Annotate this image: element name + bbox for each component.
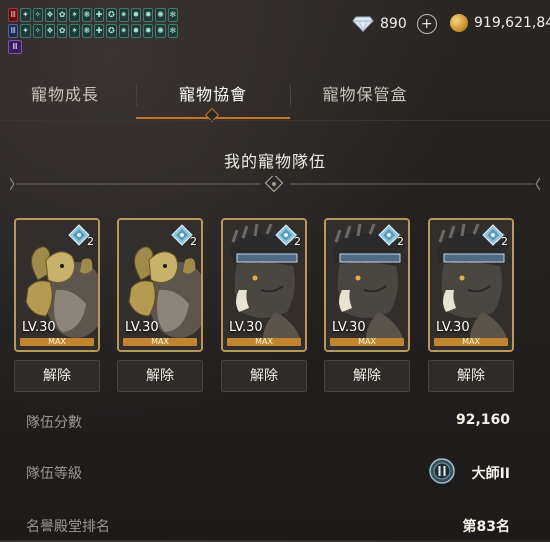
team-score-value: 92,160: [455, 412, 510, 428]
tab-label: 寵物保管盒: [322, 85, 408, 104]
max-level-bar: MAX: [434, 338, 508, 346]
buff-icon[interactable]: ✦: [20, 8, 31, 22]
pet-card[interactable]: 2 LV.30 MAX: [324, 218, 410, 352]
release-button[interactable]: 解除: [221, 360, 307, 392]
buff-icon[interactable]: ✺: [155, 24, 166, 38]
add-diamond-button[interactable]: +: [416, 14, 437, 34]
gold-currency: 919,621,84: [450, 14, 550, 32]
rank-number: 2: [294, 235, 301, 248]
tab-pet-storage[interactable]: 寵物保管盒: [290, 72, 440, 118]
pet-card[interactable]: 2 LV.30 MAX: [428, 218, 514, 352]
buff-icon[interactable]: ✺: [155, 8, 166, 22]
buff-icon[interactable]: ✸: [130, 24, 142, 38]
buff-icon[interactable]: ❖: [44, 24, 56, 38]
gold-coin-icon: [450, 14, 468, 32]
buff-icon[interactable]: ✚: [93, 8, 105, 22]
buff-icon[interactable]: ❖: [44, 8, 56, 22]
team-tier-value: 大師II: [471, 466, 510, 482]
diamond-amount: 890: [380, 16, 407, 32]
buff-icon[interactable]: ✷: [118, 24, 129, 38]
buff-icon[interactable]: ✦: [20, 24, 31, 38]
diamond-currency: 890 +: [352, 14, 437, 34]
rank-badge: 2: [482, 224, 508, 248]
pet-card[interactable]: 2 LV.30 MAX: [14, 218, 100, 352]
gold-amount: 919,621,84: [474, 15, 550, 31]
stat-label: 隊伍等級: [26, 466, 82, 482]
tab-label: 寵物協會: [178, 85, 247, 104]
tab-pet-growth[interactable]: 寵物成長: [0, 72, 130, 118]
buff-icon[interactable]: ✹: [143, 24, 154, 38]
pet-level: LV.30: [436, 320, 470, 335]
tab-label: 寵物成長: [30, 85, 99, 104]
buff-icon[interactable]: ✿: [57, 24, 68, 38]
buff-icon[interactable]: ✧: [32, 8, 43, 22]
rank-badge: 2: [171, 224, 197, 248]
max-level-bar: MAX: [123, 338, 197, 346]
buff-icon[interactable]: ✻: [167, 8, 178, 22]
buff-icon[interactable]: ❋: [81, 8, 92, 22]
buff-icon-grid: Ⅲ ✦ ✧ ❖ ✿ ✶ ❋ ✚ ✪ ✷ ✸ ✹ ✺ ✻ Ⅲ ✦ ✧ ❖ ✿ ✶ ❋ ✚ ✪ ✷ ✸ ✹ ✺ ✻ Ⅲ: [8, 8, 178, 56]
pet-level: LV.30: [22, 320, 56, 335]
buff-row: Ⅲ: [8, 40, 178, 54]
buff-icon[interactable]: Ⅲ: [8, 8, 19, 22]
buff-icon[interactable]: Ⅲ: [8, 24, 19, 38]
buff-icon[interactable]: ❋: [81, 24, 92, 38]
divider: [0, 120, 550, 121]
rank-number: 2: [87, 235, 94, 248]
buff-icon[interactable]: ✷: [118, 8, 129, 22]
buff-icon[interactable]: ✻: [167, 24, 178, 38]
team-score-row: 隊伍分數 92,160: [0, 404, 550, 438]
rank-number: 2: [397, 235, 404, 248]
rank-badge: 2: [68, 224, 94, 248]
max-level-bar: MAX: [227, 338, 301, 346]
max-level-bar: MAX: [330, 338, 404, 346]
tab-bar: 寵物成長 寵物協會 寵物保管盒: [0, 72, 550, 123]
buff-icon[interactable]: ✶: [69, 24, 80, 38]
buff-icon[interactable]: ✸: [130, 8, 142, 22]
rank-number: 2: [501, 235, 508, 248]
buff-row: Ⅲ ✦ ✧ ❖ ✿ ✶ ❋ ✚ ✪ ✷ ✸ ✹ ✺ ✻: [8, 8, 178, 22]
master-tier-icon: [429, 458, 455, 484]
release-button[interactable]: 解除: [324, 360, 410, 392]
hall-of-fame-rank: 第83名: [462, 519, 510, 535]
stat-label: 名譽殿堂排名: [26, 519, 110, 535]
section-title: 我的寵物隊伍: [223, 152, 326, 171]
buff-icon[interactable]: ✪: [106, 24, 117, 38]
release-button[interactable]: 解除: [117, 360, 203, 392]
max-level-bar: MAX: [20, 338, 94, 346]
buff-icon[interactable]: ✹: [143, 8, 154, 22]
pet-level: LV.30: [125, 320, 159, 335]
pet-card[interactable]: 2 LV.30 MAX: [117, 218, 203, 352]
team-tier-row: 隊伍等級 大師II: [0, 455, 550, 489]
pet-card[interactable]: 2 LV.30 MAX: [221, 218, 307, 352]
buff-icon[interactable]: ✪: [106, 8, 117, 22]
diamond-icon: [352, 16, 374, 32]
buff-row: Ⅲ ✦ ✧ ❖ ✿ ✶ ❋ ✚ ✪ ✷ ✸ ✹ ✺ ✻: [8, 24, 178, 38]
rank-number: 2: [190, 235, 197, 248]
rank-badge: 2: [275, 224, 301, 248]
buff-icon[interactable]: ✚: [93, 24, 105, 38]
ornament-divider: [10, 176, 540, 192]
hall-of-fame-row: 名譽殿堂排名 第83名: [0, 508, 550, 542]
rank-badge: 2: [378, 224, 404, 248]
pet-level: LV.30: [332, 320, 366, 335]
pet-level: LV.30: [229, 320, 263, 335]
stat-label: 隊伍分數: [26, 415, 82, 431]
buff-icon[interactable]: ✧: [32, 24, 43, 38]
release-button[interactable]: 解除: [428, 360, 514, 392]
buff-icon[interactable]: ✶: [69, 8, 80, 22]
buff-icon[interactable]: Ⅲ: [8, 40, 22, 54]
release-button[interactable]: 解除: [14, 360, 100, 392]
buff-icon[interactable]: ✿: [57, 8, 68, 22]
